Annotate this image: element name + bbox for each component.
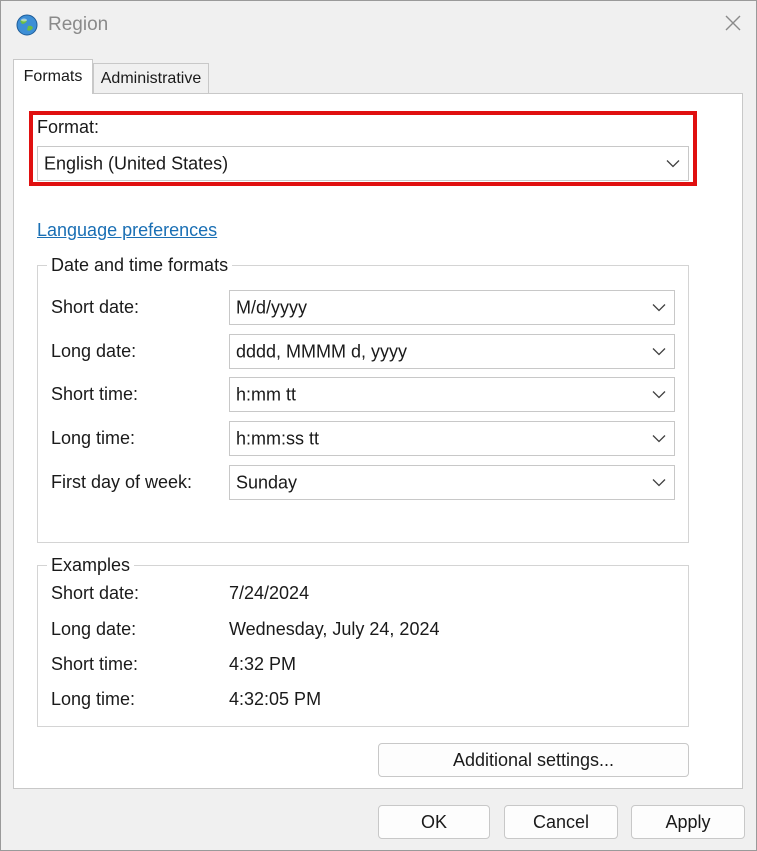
chevron-down-icon [652,390,666,398]
long-date-value: dddd, MMMM d, yyyy [236,341,408,361]
example-short-time-value: 4:32 PM [229,654,297,674]
format-dropdown[interactable]: English (United States) [37,146,689,181]
long-time-label: Long time: [51,428,136,448]
window-title: Region [48,14,109,35]
close-button[interactable] [713,7,753,43]
chevron-down-icon [652,434,666,442]
long-time-value: h:mm:ss tt [236,428,320,448]
apply-button[interactable]: Apply [631,805,745,839]
example-long-time-label: Long time: [51,689,136,709]
close-icon [724,14,742,37]
title-bar[interactable]: Region [1,1,756,49]
first-day-of-week-label: First day of week: [51,472,193,492]
language-preferences-link[interactable]: Language preferences [37,220,217,241]
chevron-down-icon [652,347,666,355]
short-time-value: h:mm tt [236,384,297,404]
first-day-of-week-dropdown[interactable]: Sunday [229,465,675,500]
example-long-date-label: Long date: [51,619,137,639]
example-short-time-label: Short time: [51,654,139,674]
short-time-label: Short time: [51,384,139,404]
date-time-formats-title: Date and time formats [47,255,233,276]
example-long-date-value: Wednesday, July 24, 2024 [229,619,440,639]
short-time-dropdown[interactable]: h:mm tt [229,377,675,412]
additional-settings-button[interactable]: Additional settings... [378,743,689,777]
chevron-down-icon [652,478,666,486]
short-date-value: M/d/yyyy [236,297,308,317]
chevron-down-icon [652,303,666,311]
tab-administrative[interactable]: Administrative [93,63,209,93]
long-time-dropdown[interactable]: h:mm:ss tt [229,421,675,456]
long-date-label: Long date: [51,341,137,361]
ok-button[interactable]: OK [378,805,490,839]
region-dialog: Region Formats Administrative Format: En… [0,0,757,851]
example-short-date-value: 7/24/2024 [229,583,310,603]
format-label: Format: [37,117,100,137]
chevron-down-icon [666,159,680,167]
first-day-of-week-value: Sunday [236,472,298,492]
tab-formats[interactable]: Formats [13,59,93,94]
globe-icon [15,13,39,37]
example-long-time-value: 4:32:05 PM [229,689,322,709]
short-date-dropdown[interactable]: M/d/yyyy [229,290,675,325]
format-dropdown-value: English (United States) [44,153,229,173]
long-date-dropdown[interactable]: dddd, MMMM d, yyyy [229,334,675,369]
short-date-label: Short date: [51,297,140,317]
example-short-date-label: Short date: [51,583,140,603]
cancel-button[interactable]: Cancel [504,805,618,839]
examples-title: Examples [47,555,135,576]
